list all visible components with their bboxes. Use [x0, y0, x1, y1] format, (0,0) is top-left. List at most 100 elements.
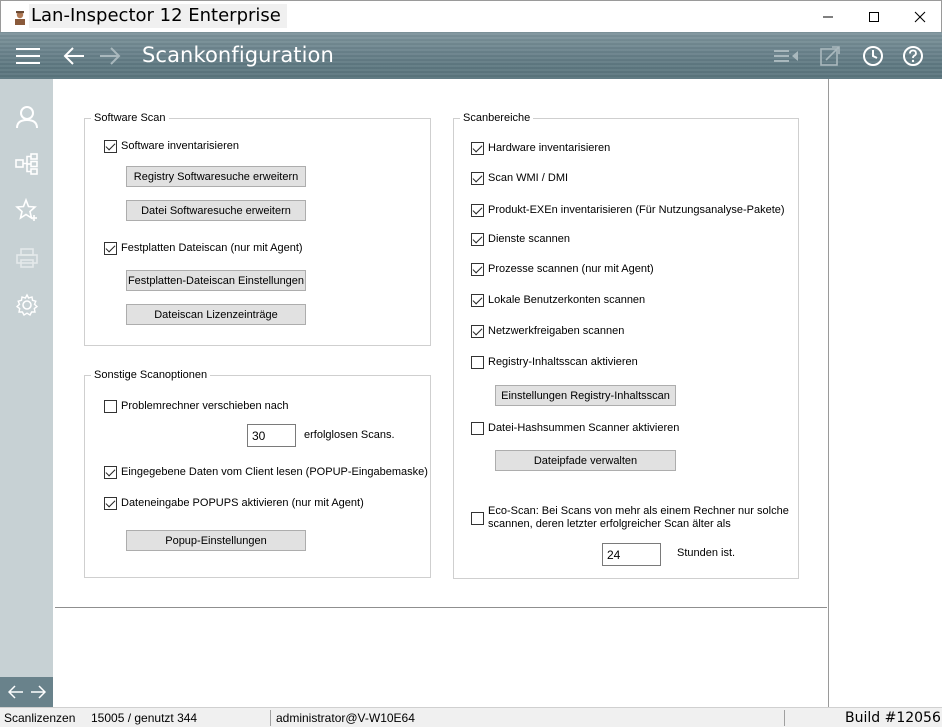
eco-scan-label-line: Eco-Scan: Bei Scans von mehr als einem R… — [488, 505, 789, 517]
checkbox-label: Netzwerkfreigaben scannen — [488, 325, 625, 337]
status-separator — [270, 710, 271, 726]
postpone-suffix: erfolglosen Scans. — [304, 429, 395, 441]
group-legend: Sonstige Scanoptionen — [91, 368, 211, 382]
software-inventory-option[interactable]: Software inventarisieren — [104, 140, 239, 153]
client-data-option[interactable]: Eingegebene Daten vom Client lesen (POPU… — [104, 466, 428, 479]
scan-area-item[interactable]: Prozesse scannen (nur mit Agent) — [471, 263, 654, 276]
postpone-checkbox[interactable] — [104, 400, 117, 413]
eco-hours-input[interactable]: 24 — [602, 543, 661, 566]
filepaths-button[interactable]: Dateipfade verwalten — [495, 450, 676, 471]
scan-area-checkbox[interactable] — [471, 172, 484, 185]
checkbox-label: Dateneingabe POPUPS aktivieren (nur mit … — [121, 497, 364, 509]
arrow-left-icon — [63, 47, 84, 65]
history-button[interactable] — [859, 42, 887, 70]
scan-area-item[interactable]: Registry-Inhaltsscan aktivieren — [471, 356, 638, 369]
content-divider — [55, 607, 827, 608]
eco-scan-label-line: scannen, deren letzter erfolgreicher Sca… — [488, 518, 731, 530]
sidebar-item-print[interactable] — [13, 244, 41, 272]
postpone-option[interactable]: Problemrechner verschieben nach — [104, 400, 289, 413]
checkbox-label: Scan WMI / DMI — [488, 172, 569, 184]
scan-area-item[interactable]: Hardware inventarisieren — [471, 142, 610, 155]
registry-search-button[interactable]: Registry Softwaresuche erweitern — [126, 166, 306, 187]
sidebar-item-settings[interactable] — [13, 291, 41, 319]
disk-scan-checkbox[interactable] — [104, 242, 117, 255]
help-button[interactable] — [899, 42, 927, 70]
scan-area-checkbox[interactable] — [471, 356, 484, 369]
postpone-count-input[interactable]: 30 — [247, 424, 296, 447]
right-panel — [828, 79, 942, 707]
maximize-icon — [869, 12, 879, 22]
arrow-right-icon[interactable] — [30, 685, 46, 699]
printer-icon — [16, 248, 38, 268]
scan-area-item[interactable]: Produkt-EXEn inventarisieren (Für Nutzun… — [471, 204, 785, 217]
scan-area-item[interactable]: Lokale Benutzerkonten scannen — [471, 294, 645, 307]
file-search-button[interactable]: Datei Softwaresuche erweitern — [126, 200, 306, 221]
software-inventory-checkbox[interactable] — [104, 140, 117, 153]
scan-area-checkbox[interactable] — [471, 142, 484, 155]
window-titlebar: Lan-Inspector 12 Enterprise — [0, 0, 942, 32]
clock-icon — [863, 46, 883, 66]
scan-area-item[interactable]: Scan WMI / DMI — [471, 172, 568, 185]
group-legend: Scanbereiche — [460, 111, 534, 125]
checkbox-label: Registry-Inhaltsscan aktivieren — [488, 356, 638, 368]
hamburger-menu-button[interactable] — [14, 42, 42, 70]
checkbox-label: Datei-Hashsummen Scanner aktivieren — [488, 422, 680, 434]
checkbox-label: Prozesse scannen (nur mit Agent) — [488, 263, 654, 275]
export-button[interactable] — [816, 42, 844, 70]
registry-settings-button[interactable]: Einstellungen Registry-Inhaltsscan — [495, 385, 676, 406]
scan-area-checkbox[interactable] — [471, 325, 484, 338]
export-icon — [820, 46, 840, 66]
arrow-left-icon[interactable] — [8, 685, 24, 699]
eco-scan-checkbox[interactable] — [471, 511, 484, 525]
minimize-button[interactable] — [805, 1, 851, 33]
scan-area-checkbox[interactable] — [471, 294, 484, 307]
app-logo-icon — [15, 11, 25, 25]
sidebar — [0, 79, 53, 707]
checkbox-label: Lokale Benutzerkonten scannen — [488, 294, 646, 306]
eco-hours-suffix: Stunden ist. — [677, 547, 736, 559]
checkbox-label: Produkt-EXEn inventarisieren (Für Nutzun… — [488, 204, 785, 216]
current-user: administrator@V-W10E64 — [276, 711, 415, 725]
popups-checkbox[interactable] — [104, 497, 117, 510]
gear-icon — [15, 293, 39, 316]
checkbox-label: Dienste scannen — [488, 233, 570, 245]
eco-scan-label: Eco-Scan: Bei Scans von mehr als einem R… — [488, 505, 789, 531]
scan-area-checkbox[interactable] — [471, 263, 484, 276]
user-icon — [16, 106, 38, 129]
checkbox-label: Hardware inventarisieren — [488, 142, 611, 154]
status-bar: Scanlizenzen 15005 / genutzt 344 adminis… — [0, 707, 942, 727]
disk-scan-settings-button[interactable]: Festplatten-Dateiscan Einstellungen — [126, 270, 306, 291]
scan-area-checkbox[interactable] — [471, 233, 484, 246]
minimize-icon — [823, 16, 833, 18]
arrow-right-icon — [100, 47, 121, 65]
disk-scan-option[interactable]: Festplatten Dateiscan (nur mit Agent) — [104, 242, 303, 255]
hash-scanner-option[interactable]: Datei-Hashsummen Scanner aktivieren — [471, 422, 679, 435]
app-header: Scankonfiguration — [0, 32, 942, 79]
back-button[interactable] — [60, 42, 88, 70]
close-button[interactable] — [897, 1, 942, 33]
list-view-button[interactable] — [772, 42, 800, 70]
list-collapse-icon — [774, 50, 798, 62]
licenses-value: 15005 / genutzt 344 — [91, 711, 198, 725]
popup-settings-button[interactable]: Popup-Einstellungen — [126, 530, 306, 551]
licenses-label: Scanlizenzen — [4, 711, 76, 725]
hamburger-icon — [16, 48, 40, 64]
scan-area-item[interactable]: Dienste scannen — [471, 233, 570, 246]
checkbox-label: Problemrechner verschieben nach — [121, 400, 289, 412]
network-tree-icon — [15, 153, 38, 175]
client-data-checkbox[interactable] — [104, 466, 117, 479]
checkbox-label: Eingegebene Daten vom Client lesen (POPU… — [121, 466, 428, 478]
popups-option[interactable]: Dateneingabe POPUPS aktivieren (nur mit … — [104, 497, 364, 510]
hash-scanner-checkbox[interactable] — [471, 422, 484, 435]
license-entries-button[interactable]: Dateiscan Lizenzeinträge — [126, 304, 306, 325]
star-add-icon — [15, 198, 37, 221]
scan-area-checkbox[interactable] — [471, 204, 484, 217]
scan-area-item[interactable]: Netzwerkfreigaben scannen — [471, 325, 624, 338]
sidebar-item-network[interactable] — [13, 150, 41, 178]
forward-button[interactable] — [96, 42, 124, 70]
sidebar-item-users[interactable] — [13, 103, 41, 131]
group-legend: Software Scan — [91, 111, 169, 125]
eco-scan-option[interactable]: Eco-Scan: Bei Scans von mehr als einem R… — [471, 505, 789, 531]
maximize-button[interactable] — [851, 1, 897, 33]
sidebar-item-favorites[interactable] — [13, 196, 41, 224]
